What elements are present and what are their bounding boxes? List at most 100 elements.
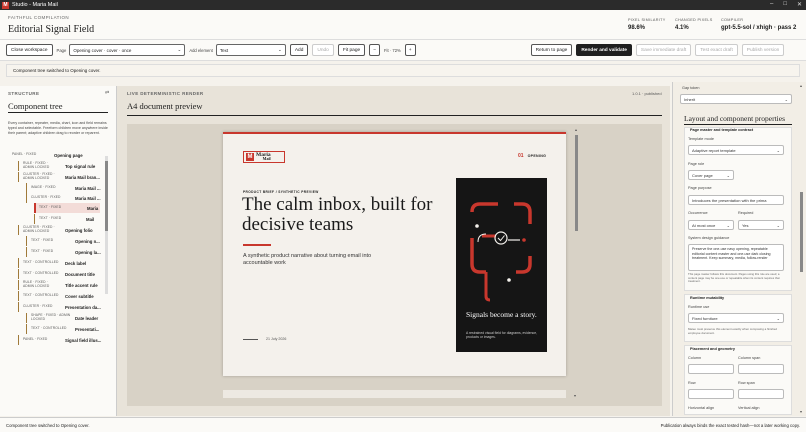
tree-row[interactable]: TEXT · FIXED Mail	[34, 214, 100, 224]
tree-row[interactable]: RULE · FIXED · ADMIN LOCKED Title accent …	[18, 280, 108, 290]
brand-mark-icon: M	[246, 153, 254, 161]
page-role-select[interactable]: Cover page ⌄	[688, 170, 734, 180]
occurrence-label: Occurrence	[688, 211, 708, 215]
guidance-textarea[interactable]: Preserve the one-use navy opening, repea…	[688, 244, 784, 271]
column-label: Column	[688, 356, 702, 360]
structure-description: Every container, repeater, media, chart,…	[8, 121, 108, 135]
tree-row[interactable]: TEXT · FIXED Opening n...	[26, 236, 108, 246]
signal-field-graphic	[470, 202, 532, 302]
tree-row[interactable]: CLUSTER · FIXED · ADMIN LOCKED Maria Mail…	[18, 172, 108, 182]
required-select[interactable]: Yes ⌄	[738, 220, 784, 230]
gap-token-select[interactable]: Inherit ⌄	[680, 94, 792, 104]
guidance-label: System design guidance	[688, 236, 730, 240]
chevron-down-icon: ⌄	[278, 47, 282, 52]
cover-subtitle[interactable]: A synthetic product narrative about turn…	[243, 253, 393, 267]
header-eyebrow: FAITHFUL COMPILATION	[8, 15, 70, 20]
page-purpose-input[interactable]: Introduces the presentation with the pri…	[688, 195, 784, 205]
scroll-up-icon[interactable]: ▴	[800, 84, 804, 88]
scroll-down-icon[interactable]: ▾	[800, 410, 802, 414]
opening-folio[interactable]: 01 OPENING	[518, 153, 546, 159]
page-title: Editorial Signal Field	[8, 24, 95, 35]
chevron-down-icon: ⌄	[726, 222, 730, 228]
publish-button[interactable]: Publish version	[741, 44, 785, 56]
properties-scrollbar-thumb[interactable]	[800, 192, 803, 272]
scroll-down-icon[interactable]: ▾	[574, 394, 576, 398]
tree-row[interactable]: IMAGE · FIXED Maria Mail ...	[26, 183, 108, 193]
stat-compiler: COMPILER gpt-5.5-sol / xhigh · pass 2	[721, 18, 797, 31]
tree-row[interactable]: PANEL · FIXED Signal field illus...	[18, 335, 108, 345]
zoom-out-button[interactable]: −	[369, 44, 380, 56]
presentation-date[interactable]: 21 July 2026	[266, 337, 286, 341]
close-workspace-button[interactable]: Close workspace	[6, 44, 53, 56]
row-input[interactable]	[688, 389, 734, 399]
status-bar: Component tree switched to Opening cover…	[0, 417, 806, 432]
status-bar-left: Component tree switched to Opening cover…	[6, 422, 90, 428]
column-span-input[interactable]	[738, 364, 784, 374]
collapse-icon[interactable]: ⇄	[105, 90, 109, 96]
maximize-icon[interactable]: □	[783, 1, 787, 8]
tree-scrollbar-thumb[interactable]	[105, 161, 108, 231]
mutability-title: Runtime mutability	[690, 296, 725, 300]
tree-row[interactable]: TEXT · FIXED Opening la...	[26, 247, 108, 257]
zoom-label: Fit · 72%	[384, 47, 401, 53]
column-span-label: Column span	[738, 356, 761, 360]
app-header: FAITHFUL COMPILATION Editorial Signal Fi…	[0, 10, 806, 40]
brand-lockup[interactable]: M Maria Mail	[243, 151, 285, 163]
column-input[interactable]	[688, 364, 734, 374]
folio-label: OPENING	[527, 154, 547, 158]
gap-token-label: Gap token	[682, 86, 700, 90]
canvas-area: M Maria Mail 01 OPENING PRODUCT BRIEF / …	[127, 124, 662, 406]
render-version: 1.0.1 · published	[632, 91, 662, 96]
tree-scrollbar[interactable]	[105, 156, 108, 294]
undo-button[interactable]: Undo	[312, 44, 334, 56]
guidance-note: This page master follows this document. …	[688, 273, 780, 284]
tree-row[interactable]: SHAPE · FIXED · ADMIN LOCKED Date leader	[26, 313, 108, 323]
stat-changed-pixels: CHANGED PIXELS 4.1%	[675, 18, 713, 31]
canvas-scrollbar[interactable]: ▴ ▾	[574, 128, 578, 398]
render-validate-button[interactable]: Render and validate	[576, 44, 632, 56]
template-mode-label: Template mode	[688, 137, 714, 141]
chevron-down-icon: ⌄	[726, 172, 730, 178]
document-title[interactable]: The calm inbox, built for decisive teams	[242, 195, 442, 235]
tree-row[interactable]: TEXT · CONTROLLED Document title	[18, 269, 108, 279]
tree-row-selected[interactable]: TEXT · FIXED Maria	[34, 203, 100, 213]
status-banner: Component tree switched to Opening cover…	[6, 64, 800, 77]
next-page-edge	[223, 390, 566, 398]
fit-page-button[interactable]: Fit page	[337, 44, 366, 56]
tree-row[interactable]: CLUSTER · FIXED · ADMIN LOCKED Opening fo…	[18, 225, 108, 235]
runtime-use-label: Runtime use	[688, 305, 710, 309]
add-button[interactable]: Add	[289, 44, 309, 56]
page-select[interactable]: Opening cover · cover · once ⌄	[69, 44, 186, 56]
page-select-label: Page	[56, 47, 67, 53]
runtime-use-select[interactable]: Fixed furniture ⌄	[688, 313, 784, 323]
tree-row[interactable]: CLUSTER · FIXED Maria Mail ...	[26, 193, 108, 203]
close-icon[interactable]: ✕	[797, 1, 802, 8]
a4-page[interactable]: M Maria Mail 01 OPENING PRODUCT BRIEF / …	[223, 132, 566, 376]
card-caption[interactable]: A restrained visual field for diagrams, …	[466, 331, 540, 339]
window-title: Studio - Maria Mail	[12, 2, 58, 8]
tree-row[interactable]: RULE · FIXED · ADMIN LOCKED Top signal ru…	[18, 161, 108, 171]
return-to-page-button[interactable]: Return to page	[530, 44, 573, 56]
minimize-icon[interactable]: –	[770, 1, 773, 8]
app-logo-icon: M	[2, 1, 9, 9]
chevron-down-icon: ⌄	[776, 315, 780, 321]
zoom-in-button[interactable]: +	[404, 44, 416, 56]
brand-word-bottom[interactable]: Mail	[256, 156, 271, 162]
add-element-select[interactable]: Text ⌄	[215, 44, 286, 56]
signal-field-illustration[interactable]: Signals become a story. A restrained vis…	[456, 178, 547, 352]
scroll-up-icon[interactable]: ▴	[574, 128, 578, 132]
save-draft-button[interactable]: Save immediate draft	[635, 44, 692, 56]
test-draft-button[interactable]: Test exact draft	[695, 44, 738, 56]
tree-row[interactable]: TEXT · CONTROLLED Cover subtitle	[18, 291, 108, 301]
tree-row[interactable]: PANEL · FIXED Opening page	[12, 150, 108, 160]
tree-row[interactable]: CLUSTER · FIXED Presentation da...	[18, 302, 108, 312]
canvas-scrollbar-thumb[interactable]	[574, 135, 578, 231]
tree-row[interactable]: TEXT · CONTROLLED Presentati...	[26, 324, 108, 334]
row-span-input[interactable]	[738, 389, 784, 399]
occurrence-select[interactable]: At most once ⌄	[688, 220, 734, 230]
placement-title: Placement and geometry	[690, 347, 735, 351]
tree-row[interactable]: TEXT · CONTROLLED Deck label	[18, 258, 108, 268]
template-mode-select[interactable]: Adaptive report template ⌄	[688, 145, 784, 155]
card-title[interactable]: Signals become a story.	[466, 310, 540, 319]
properties-scrollbar[interactable]: ▴ ▾	[800, 84, 804, 414]
